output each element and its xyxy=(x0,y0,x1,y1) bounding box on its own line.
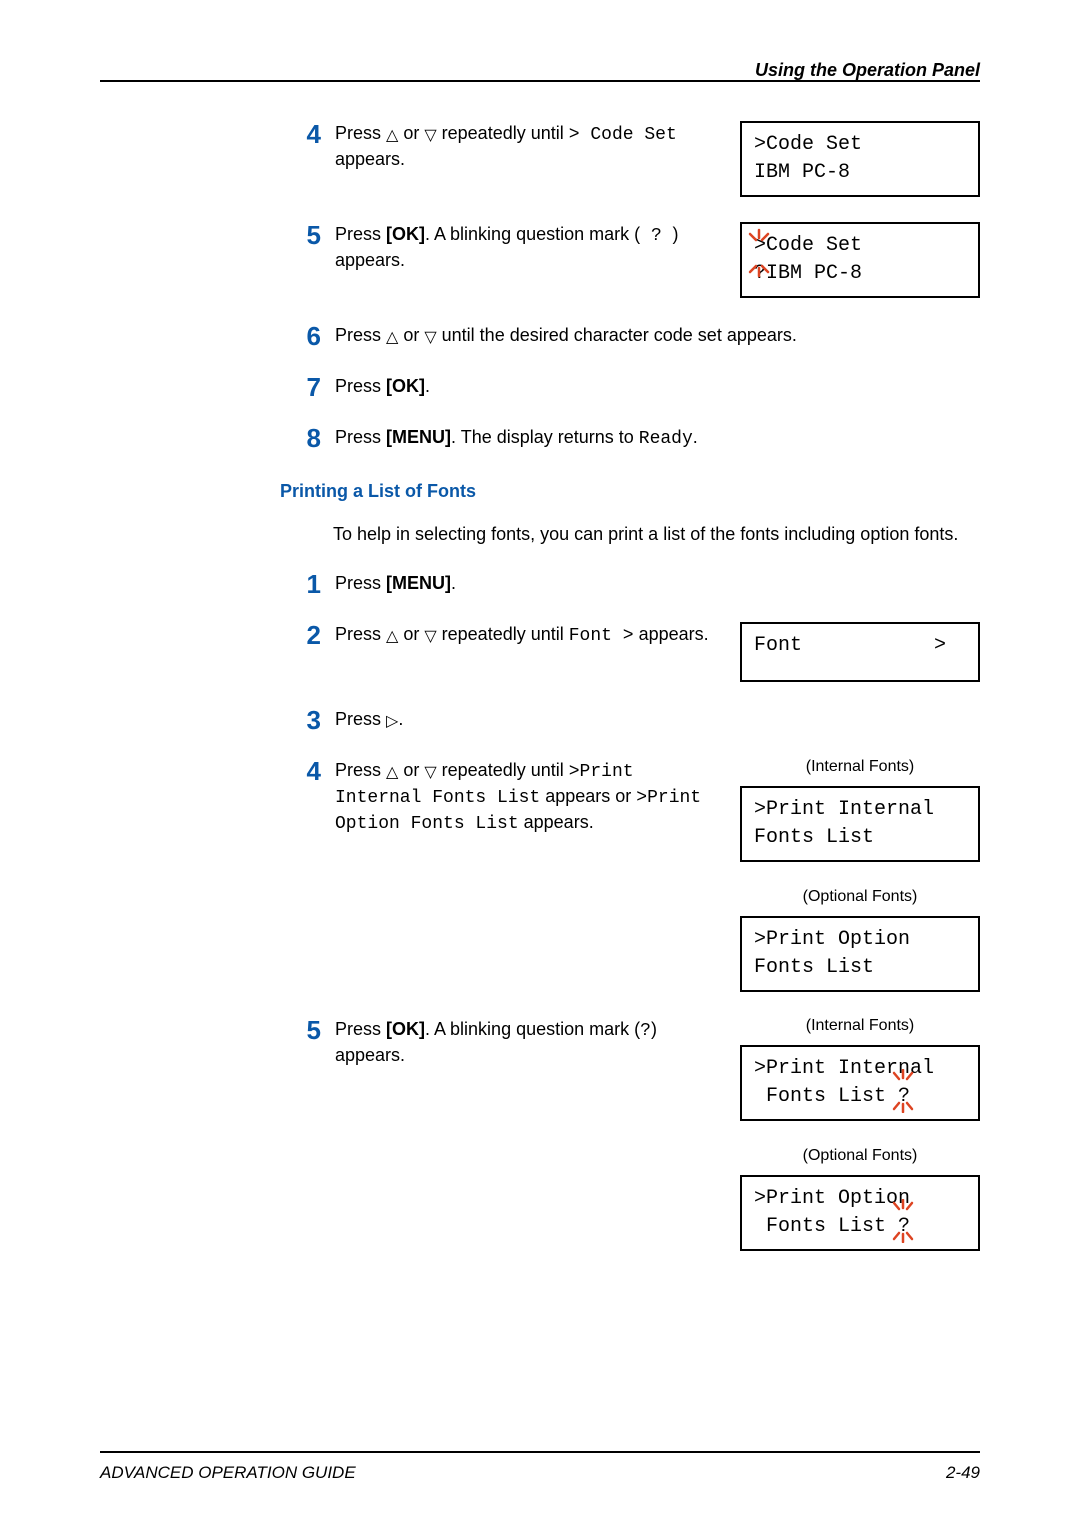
down-triangle-icon: ▽ xyxy=(424,128,436,144)
up-triangle-icon: △ xyxy=(386,330,398,346)
page-header: Using the Operation Panel xyxy=(100,60,980,81)
right-triangle-icon: ▷ xyxy=(386,714,398,730)
bottom-rule xyxy=(100,1451,980,1453)
lcd-display: >Code Set ?IBM PC-8 xyxy=(740,222,980,298)
lcd-label: (Internal Fonts) xyxy=(740,758,980,776)
step-text: Press △ or ▽ repeatedly until Font > app… xyxy=(335,622,722,648)
page-footer: ADVANCED OPERATION GUIDE 2-49 xyxy=(100,1463,980,1483)
section-intro: To help in selecting fonts, you can prin… xyxy=(333,522,980,546)
lcd-display: >Code Set IBM PC-8 xyxy=(740,121,980,197)
blink-icon xyxy=(888,1069,918,1113)
step-text: Press [MENU]. xyxy=(335,571,980,595)
step-number: 8 xyxy=(285,425,335,451)
step-text: Press [MENU]. The display returns to Rea… xyxy=(335,425,980,451)
up-triangle-icon: △ xyxy=(386,629,398,645)
footer-right: 2-49 xyxy=(946,1463,980,1483)
lcd-display: >Print Option Fonts List ? xyxy=(740,1175,980,1251)
step-number: 3 xyxy=(285,707,335,733)
step-text: Press △ or ▽ repeatedly until > Code Set… xyxy=(335,121,722,172)
step-text: Press [OK]. A blinking question mark ( ?… xyxy=(335,222,722,273)
blink-icon xyxy=(888,1199,918,1243)
step-number: 5 xyxy=(285,222,335,248)
step-text: Press ▷. xyxy=(335,707,980,731)
step-number: 7 xyxy=(285,374,335,400)
footer-left: ADVANCED OPERATION GUIDE xyxy=(100,1463,356,1483)
lcd-label: (Optional Fonts) xyxy=(740,888,980,906)
step-text: Press △ or ▽ until the desired character… xyxy=(335,323,980,347)
lcd-display: >Print Option Fonts List xyxy=(740,916,980,992)
lcd-display: >Print Internal Fonts List xyxy=(740,786,980,862)
step-number: 6 xyxy=(285,323,335,349)
step-number: 4 xyxy=(285,758,335,784)
step-number: 2 xyxy=(285,622,335,648)
down-triangle-icon: ▽ xyxy=(424,629,436,645)
content: 4 Press △ or ▽ repeatedly until > Code S… xyxy=(285,121,980,1251)
lcd-label: (Internal Fonts) xyxy=(740,1017,980,1035)
up-triangle-icon: △ xyxy=(386,765,398,781)
up-triangle-icon: △ xyxy=(386,128,398,144)
lcd-display: Font > xyxy=(740,622,980,682)
blink-icon xyxy=(746,228,772,278)
top-rule xyxy=(100,80,980,82)
down-triangle-icon: ▽ xyxy=(424,330,436,346)
step-number: 1 xyxy=(285,571,335,597)
section-heading: Printing a List of Fonts xyxy=(280,481,980,502)
step-text: Press △ or ▽ repeatedly until >Print Int… xyxy=(335,758,722,837)
step-number: 4 xyxy=(285,121,335,147)
step-text: Press [OK]. A blinking question mark (?)… xyxy=(335,1017,722,1068)
step-text: Press [OK]. xyxy=(335,374,980,398)
lcd-label: (Optional Fonts) xyxy=(740,1147,980,1165)
down-triangle-icon: ▽ xyxy=(424,765,436,781)
lcd-display: >Print Internal Fonts List ? xyxy=(740,1045,980,1121)
step-number: 5 xyxy=(285,1017,335,1043)
